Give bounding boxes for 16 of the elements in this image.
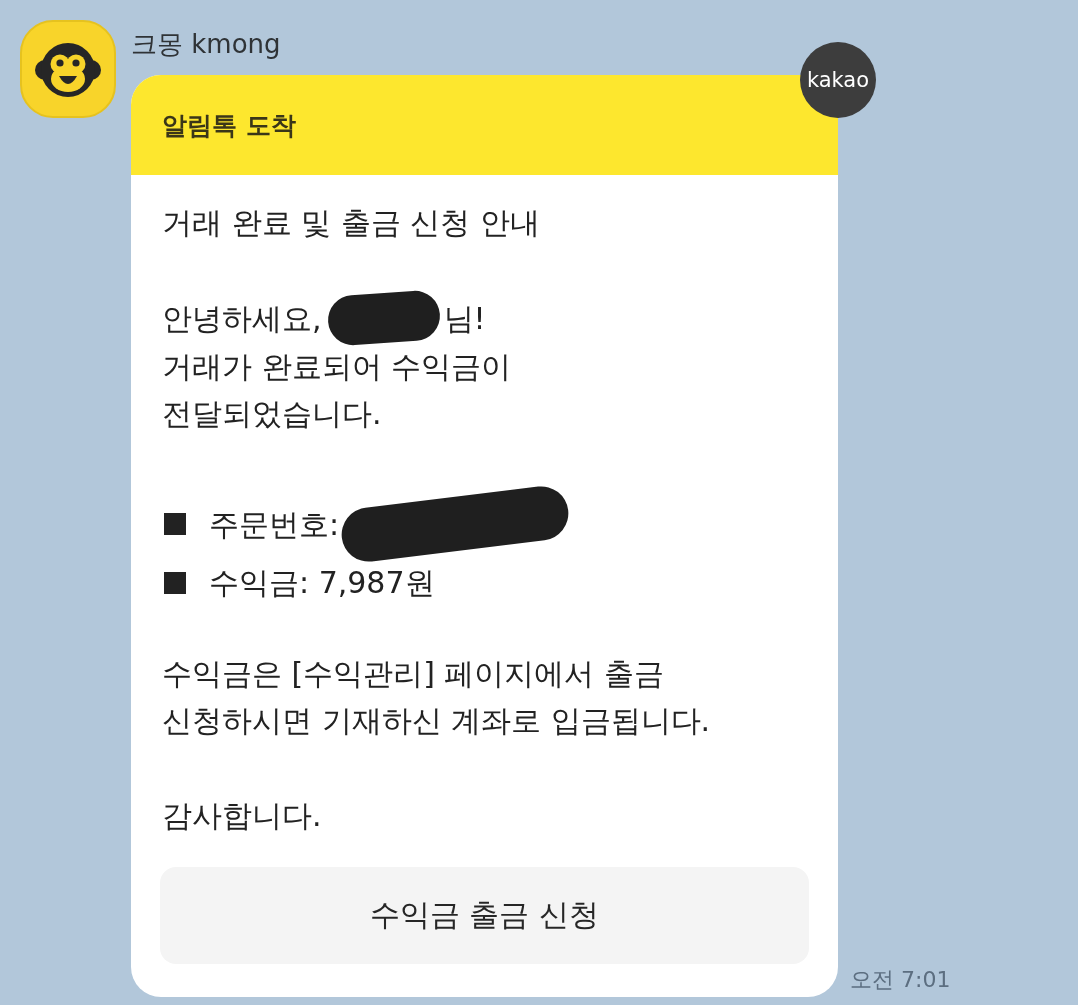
detail-text: 주문번호: [209, 505, 340, 544]
kakao-badge: kakao [800, 42, 876, 118]
sender-name: 크몽 kmong [131, 29, 281, 59]
greeting-text: 안녕하세요, [162, 299, 322, 338]
square-bullet-icon [164, 513, 186, 535]
greeting-suffix: 님! [443, 299, 486, 338]
closing-text: 감사합니다. [162, 797, 322, 835]
message-heading: 거래 완료 및 출금 신청 안내 [162, 204, 540, 242]
square-bullet-icon [164, 571, 186, 594]
withdraw-button[interactable]: 수익금 출금 신청 [160, 867, 809, 964]
message-text: 수익금은 [수익관리] 페이지에서 출금 신청하시면 기재하신 계좌로 입금됩니다. [162, 655, 711, 740]
header-title: 알림톡 도착 [162, 109, 296, 142]
timestamp: 오전 7:01 [850, 966, 951, 994]
monkey-avatar-icon [20, 20, 116, 118]
message-text: 거래가 완료되어 수익금이 전달되었습니다. [162, 348, 512, 433]
detail-text: 수익금: 7,987원 [209, 564, 435, 602]
